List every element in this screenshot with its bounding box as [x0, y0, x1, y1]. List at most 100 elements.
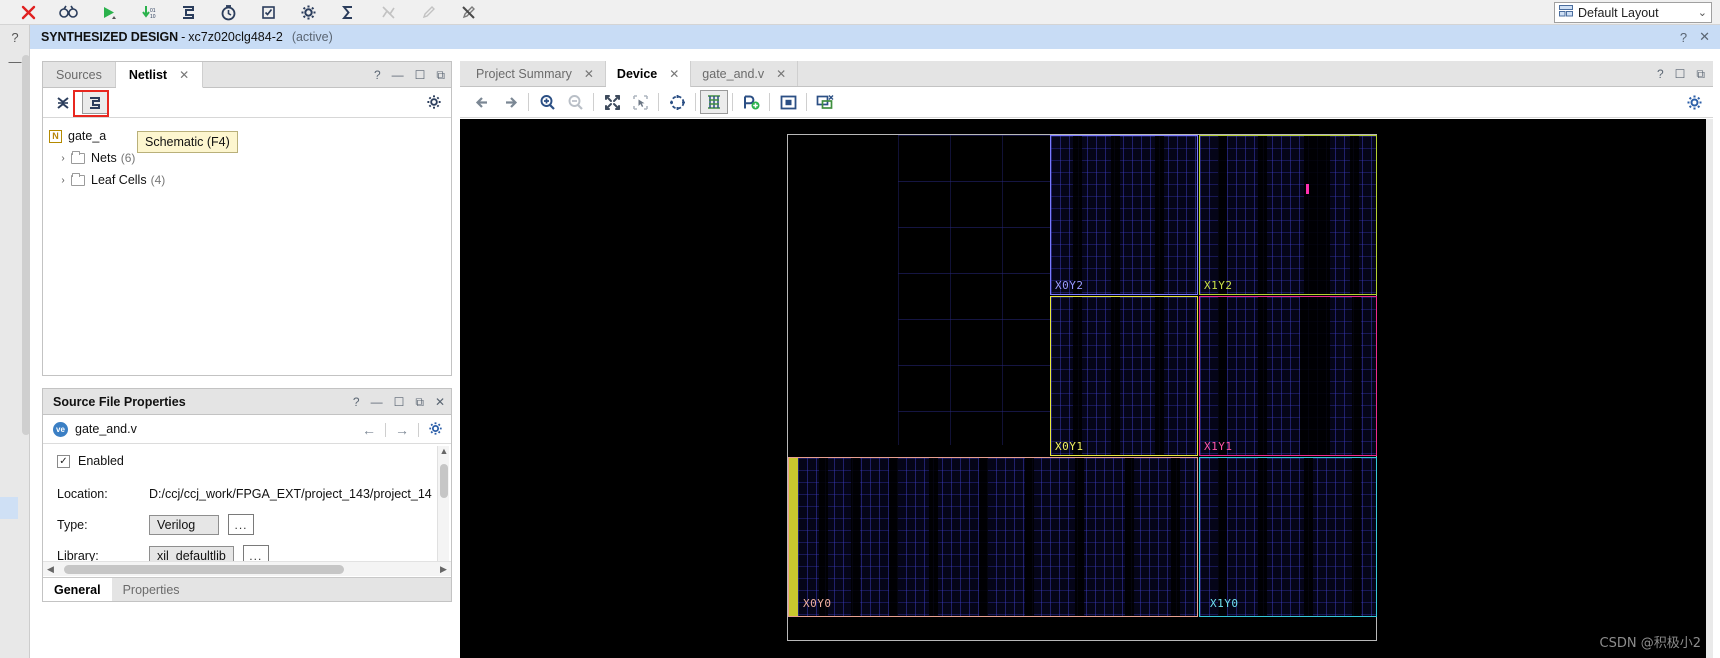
layout-selector[interactable]: Default Layout ⌄: [1554, 2, 1712, 23]
tab-gate-and-v[interactable]: gate_and.v ✕: [691, 61, 799, 86]
divider: [385, 422, 386, 437]
sfp-horizontal-scrollbar[interactable]: ◀ ▶: [43, 561, 451, 576]
schematic-icon[interactable]: [82, 91, 108, 114]
region-x0y2[interactable]: X0Y2: [1050, 135, 1198, 295]
banner-help-icon[interactable]: ?: [1680, 30, 1687, 45]
tree-item-gate-and[interactable]: N gate_a: [43, 125, 451, 147]
zoom-fit-icon[interactable]: [598, 90, 626, 114]
chevron-down-icon[interactable]: ⌄: [1698, 6, 1707, 19]
tree-item-nets-label: Nets: [91, 151, 117, 165]
scroll-thumb[interactable]: [64, 564, 344, 574]
mark-objects-icon[interactable]: [811, 90, 839, 114]
netlist-float-icon[interactable]: ⧉: [436, 68, 445, 83]
schematic-tooltip: Schematic (F4): [137, 131, 238, 153]
sigma-report-icon[interactable]: [334, 1, 362, 24]
sfp-filebar: ve gate_and.v ← →: [43, 415, 451, 444]
run-play-icon[interactable]: [94, 1, 122, 24]
scroll-thumb[interactable]: [440, 464, 448, 498]
device-float-icon[interactable]: ⧉: [1696, 67, 1705, 82]
crosshair-icon[interactable]: [663, 90, 691, 114]
tab-project-summary[interactable]: Project Summary ✕: [465, 61, 606, 86]
type-field[interactable]: Verilog: [149, 514, 219, 535]
enabled-checkbox[interactable]: ✓: [57, 454, 70, 468]
tab-project-summary-close-icon[interactable]: ✕: [584, 67, 594, 81]
forward-arrow-icon[interactable]: [496, 90, 524, 114]
tree-item-leaf-cells[interactable]: › Leaf Cells (4): [43, 169, 451, 191]
device-toolbar: [460, 87, 1713, 118]
sfp-maximize-icon[interactable]: ☐: [394, 395, 405, 409]
device-settings-gear-icon[interactable]: [1686, 94, 1703, 114]
divider: [806, 93, 807, 111]
tab-project-summary-label: Project Summary: [476, 66, 572, 81]
routing-resources-icon[interactable]: [700, 90, 728, 114]
tree-item-leaf-cells-label: Leaf Cells: [91, 173, 147, 187]
region-x0y0-label: X0Y0: [803, 597, 832, 610]
tab-device-close-icon[interactable]: ✕: [669, 67, 679, 81]
sfp-float-icon[interactable]: ⧉: [415, 395, 424, 410]
binoculars-icon[interactable]: [54, 1, 82, 24]
region-x0y2-label: X0Y2: [1055, 279, 1084, 292]
region-x1y1[interactable]: X1Y1: [1199, 296, 1377, 456]
device-help-icon[interactable]: ?: [1657, 67, 1664, 81]
netlist-help-icon[interactable]: ?: [374, 68, 381, 82]
scroll-track[interactable]: [58, 564, 436, 574]
device-maximize-icon[interactable]: ☐: [1675, 67, 1686, 81]
timer-clock-icon[interactable]: [214, 1, 242, 24]
tab-sources[interactable]: Sources: [43, 62, 116, 87]
top-toolbar: 01 10 Default Layout ⌄: [0, 0, 1720, 25]
tree-item-nets-count: (6): [120, 151, 136, 165]
divider: [695, 93, 696, 111]
rail-tab-marker[interactable]: [0, 497, 18, 519]
add-port-icon[interactable]: [737, 90, 765, 114]
tab-netlist[interactable]: Netlist ✕: [115, 62, 204, 88]
tree-item-nets[interactable]: › Nets (6): [43, 147, 451, 169]
chevron-right-icon[interactable]: ›: [55, 153, 71, 164]
rail-help-button[interactable]: ?: [0, 25, 30, 49]
close-cross-icon[interactable]: [14, 1, 42, 24]
sfp-help-icon[interactable]: ?: [353, 395, 360, 409]
netlist-minimize-icon[interactable]: —: [392, 68, 404, 82]
tab-gate-and-v-close-icon[interactable]: ✕: [776, 67, 786, 81]
sfp-close-icon[interactable]: ✕: [435, 395, 445, 409]
region-x1y0[interactable]: X1Y0: [1199, 457, 1377, 617]
back-arrow-icon[interactable]: [468, 90, 496, 114]
region-x0y1[interactable]: X0Y1: [1050, 296, 1198, 456]
sfp-gear-icon[interactable]: [428, 421, 443, 439]
sfp-location-row: Location: D:/ccj/ccj_work/FPGA_EXT/proje…: [43, 478, 451, 509]
device-right-scrollbar[interactable]: [1706, 119, 1713, 658]
sfp-forward-arrow-icon[interactable]: →: [395, 422, 409, 438]
netlist-maximize-icon[interactable]: ☐: [415, 68, 426, 82]
region-x1y1-label: X1Y1: [1204, 440, 1233, 453]
checklist-icon[interactable]: [254, 1, 282, 24]
sfp-vertical-scrollbar[interactable]: ▲ ▼: [437, 446, 449, 575]
tab-general[interactable]: General: [43, 578, 112, 601]
sfp-nav-controls: ← →: [362, 415, 443, 444]
scroll-up-icon[interactable]: ▲: [438, 446, 450, 459]
type-browse-button[interactable]: ...: [228, 514, 254, 535]
netlist-settings-gear-icon[interactable]: [426, 94, 442, 113]
gear-settings-icon[interactable]: [294, 1, 322, 24]
region-x1y2[interactable]: X1Y2: [1199, 135, 1377, 295]
flag-schematic-icon[interactable]: [174, 1, 202, 24]
collapse-all-icon[interactable]: [50, 91, 76, 114]
location-value: D:/ccj/ccj_work/FPGA_EXT/project_143/pro…: [149, 486, 432, 501]
tab-device[interactable]: Device ✕: [605, 61, 692, 87]
banner-close-icon[interactable]: ✕: [1699, 29, 1710, 45]
scroll-left-icon[interactable]: ◀: [43, 564, 58, 575]
sfp-back-arrow-icon[interactable]: ←: [362, 422, 376, 438]
chevron-right-icon[interactable]: ›: [55, 175, 71, 186]
rail-scrollbar[interactable]: [22, 55, 30, 435]
sfp-minimize-icon[interactable]: —: [371, 395, 383, 409]
tab-netlist-close-icon[interactable]: ✕: [179, 68, 189, 82]
verilog-file-icon: ve: [53, 421, 68, 437]
layout-grid-icon: [1559, 5, 1573, 20]
device-canvas[interactable]: X0Y2 X1Y2 X0Y1 X1Y1 X0Y0 X1Y0 CSDN @积极小2: [460, 119, 1713, 658]
highlight-leaf-icon[interactable]: [774, 90, 802, 114]
scroll-right-icon[interactable]: ▶: [436, 564, 451, 575]
region-x0y0[interactable]: X0Y0: [788, 457, 1198, 617]
zoom-in-icon[interactable]: [533, 90, 561, 114]
download-arrow-icon[interactable]: 01 10: [134, 1, 162, 24]
netlist-tree: N gate_a › Nets (6) › Leaf Cells (4): [43, 118, 451, 191]
tab-netlist-label: Netlist: [128, 67, 168, 82]
tab-properties[interactable]: Properties: [112, 578, 191, 601]
